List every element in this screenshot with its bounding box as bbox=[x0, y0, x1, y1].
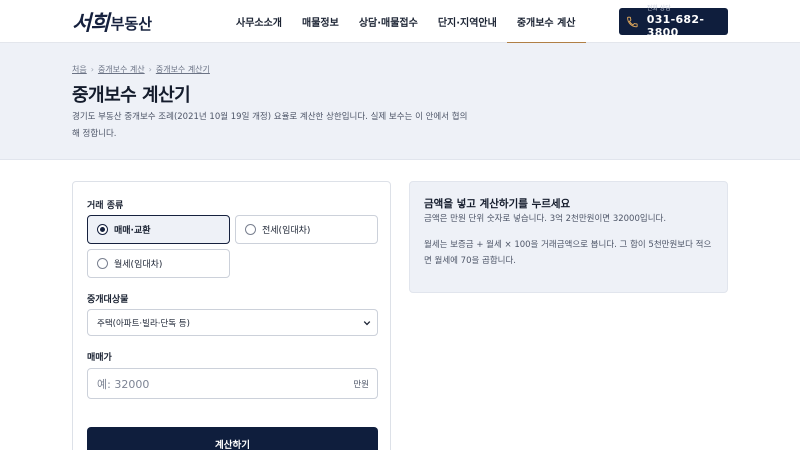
info-line-amount: 금액은 만원 단위 숫자로 넣습니다. 3억 2천만원이면 32000입니다. bbox=[424, 214, 667, 224]
nav-item-fee-calculator[interactable]: 중개보수 계산 bbox=[506, 0, 586, 44]
radio-checked-icon bbox=[97, 224, 108, 235]
price-unit: 만원 bbox=[353, 380, 369, 390]
price-label: 매매가 bbox=[87, 353, 112, 363]
property-type-select[interactable]: 주택(아파트·빌라·단독 등) bbox=[87, 309, 378, 336]
radio-unchecked-icon bbox=[97, 258, 108, 269]
breadcrumb-separator: › bbox=[90, 65, 94, 74]
breadcrumb-separator: › bbox=[148, 65, 152, 74]
deal-type-sale-label: 매매·교환 bbox=[114, 226, 151, 236]
nav-item-listings[interactable]: 매물정보 bbox=[292, 0, 349, 43]
price-placeholder: 예: 32000 bbox=[97, 377, 150, 391]
breadcrumb-home[interactable]: 처음 bbox=[72, 64, 87, 75]
calculator-form: 거래 종류 매매·교환 전세(임대차) 월세(임대차) 중개대상물 주택(아파트… bbox=[72, 181, 391, 450]
chevron-down-icon bbox=[363, 321, 371, 326]
nav-item-about[interactable]: 사무소소개 bbox=[226, 0, 292, 43]
property-type-value: 주택(아파트·빌라·단독 등) bbox=[97, 318, 190, 329]
deal-type-jeonse-label: 전세(임대차) bbox=[262, 226, 311, 236]
info-title: 금액을 넣고 계산하기를 누르세요 bbox=[424, 198, 571, 210]
deal-type-jeonse[interactable]: 전세(임대차) bbox=[235, 215, 378, 244]
site-logo[interactable]: 서희 부동산 bbox=[72, 9, 152, 35]
result-info-panel: 금액을 넣고 계산하기를 누르세요 금액은 만원 단위 숫자로 넣습니다. 3억… bbox=[409, 181, 728, 293]
nav-item-consult[interactable]: 상담·매물접수 bbox=[349, 0, 428, 43]
deal-type-label: 거래 종류 bbox=[87, 201, 124, 211]
deal-type-monthly-label: 월세(임대차) bbox=[114, 260, 163, 270]
breadcrumb-current[interactable]: 중개보수 계산기 bbox=[156, 64, 210, 75]
info-line-monthly: 월세는 보증금 + 월세 × 100을 거래금액으로 봅니다. 그 합이 5천만… bbox=[424, 240, 712, 266]
property-type-label: 중개대상물 bbox=[87, 295, 129, 305]
price-input[interactable]: 예: 32000 만원 bbox=[87, 368, 378, 399]
phone-label: 전화 상담 bbox=[646, 4, 671, 12]
nav-item-area-guide[interactable]: 단지·지역안내 bbox=[428, 0, 507, 43]
page-hero: 처음 › 중개보수 계산 › 중개보수 계산기 중개보수 계산기 경기도 부동산… bbox=[0, 43, 800, 160]
page-description: 경기도 부동산 중개보수 조례(2021년 10월 19일 개정) 요율로 계산… bbox=[72, 112, 468, 139]
main-nav: 사무소소개 매물정보 상담·매물접수 단지·지역안내 중개보수 계산 bbox=[226, 0, 586, 44]
calculate-button[interactable]: 계산하기 bbox=[87, 427, 378, 450]
deal-type-monthly[interactable]: 월세(임대차) bbox=[87, 249, 230, 278]
phone-icon bbox=[627, 16, 638, 27]
page-title: 중개보수 계산기 bbox=[72, 85, 191, 106]
radio-unchecked-icon bbox=[245, 224, 256, 235]
phone-consult-button[interactable]: 전화 상담 031-682-3800 bbox=[619, 4, 728, 39]
site-header: 서희 부동산 사무소소개 매물정보 상담·매물접수 단지·지역안내 중개보수 계… bbox=[0, 0, 800, 44]
breadcrumb: 처음 › 중개보수 계산 › 중개보수 계산기 bbox=[72, 64, 210, 75]
deal-type-sale[interactable]: 매매·교환 bbox=[87, 215, 230, 244]
logo-script: 서희 bbox=[72, 10, 110, 35]
phone-number: 031-682-3800 bbox=[646, 12, 705, 39]
logo-text: 부동산 bbox=[110, 15, 153, 33]
breadcrumb-fee[interactable]: 중개보수 계산 bbox=[98, 64, 145, 75]
